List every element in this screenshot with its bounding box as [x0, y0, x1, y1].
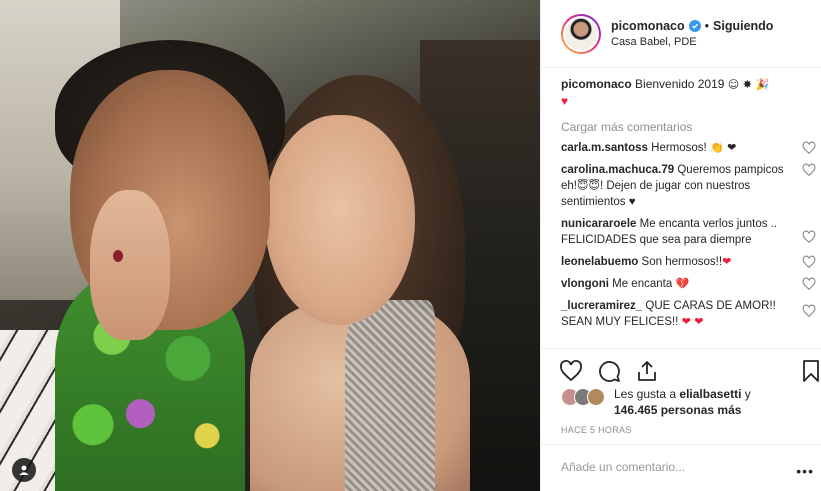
comment-emoji: ❤ ❤ — [681, 315, 704, 328]
location-link[interactable]: Casa Babel, PDE — [611, 34, 773, 50]
liker-avatars[interactable] — [561, 388, 605, 406]
share-icon[interactable] — [635, 359, 659, 383]
likes-count[interactable]: 146.465 personas más — [614, 403, 741, 417]
comment-item: vlongoni Me encanta 💔 — [561, 276, 816, 292]
save-bookmark-icon[interactable] — [799, 359, 821, 383]
comment-text: Me encanta — [612, 278, 673, 290]
caption-text: Bienvenido 2019 — [635, 77, 725, 91]
post-photo[interactable] — [0, 0, 540, 491]
liked-by-username[interactable]: elialbasetti — [679, 387, 741, 401]
comment-bubble-icon[interactable] — [597, 359, 621, 383]
woman-hand — [90, 190, 170, 340]
sequin-dress — [345, 300, 435, 491]
like-comment-icon[interactable] — [802, 230, 816, 244]
comment-username[interactable]: _lucreramirez_ — [561, 300, 642, 312]
like-heart-icon[interactable] — [559, 359, 583, 383]
add-comment-bar: ••• — [541, 444, 821, 491]
comment-item: leonelabuemo Son hermosos!!❤ — [561, 254, 816, 270]
comment-list: picomonaco Bienvenido 2019 ☺ ✸ 🎉 ♥ Carga… — [561, 76, 816, 330]
verified-badge-icon — [688, 19, 701, 32]
likes-summary: Les gusta a elialbasetti y 146.465 perso… — [561, 386, 751, 418]
like-comment-icon[interactable] — [802, 304, 816, 318]
comment-username[interactable]: nunicararoele — [561, 218, 636, 230]
comment-emoji: 😇😇 — [577, 179, 600, 192]
like-comment-icon[interactable] — [802, 141, 816, 155]
post-side-panel: picomonaco • Siguiendo Casa Babel, PDE p… — [540, 0, 821, 491]
like-comment-icon[interactable] — [802, 163, 816, 177]
comment-item: carla.m.santoss Hermosos! 👏 ❤ — [561, 140, 816, 156]
comment-username[interactable]: carla.m.santoss — [561, 142, 648, 154]
comment-emoji: ❤ — [722, 255, 732, 268]
comment-text: Son hermosos!! — [641, 256, 723, 268]
avatar — [587, 388, 605, 406]
tagged-user-icon[interactable] — [12, 458, 36, 482]
heart-emoji: ♥ — [561, 94, 569, 108]
comment-emoji: 💔 — [675, 277, 690, 290]
post-caption: picomonaco Bienvenido 2019 ☺ ✸ 🎉 ♥ — [561, 76, 816, 109]
add-comment-input[interactable] — [561, 460, 771, 474]
more-options-icon[interactable]: ••• — [796, 463, 814, 479]
comment-username[interactable]: carolina.machuca.79 — [561, 164, 674, 176]
post-header: picomonaco • Siguiendo Casa Babel, PDE — [541, 0, 821, 68]
comment-emoji: 👏 ❤ — [709, 141, 737, 154]
comment-item: carolina.machuca.79 Queremos pampicos eh… — [561, 162, 816, 210]
like-comment-icon[interactable] — [802, 277, 816, 291]
woman-face — [265, 115, 415, 325]
painted-nail — [113, 250, 123, 262]
separator-dot: • — [704, 18, 710, 33]
comment-username[interactable]: leonelabuemo — [561, 256, 638, 268]
comment-text: Hermosos! — [651, 142, 707, 154]
like-comment-icon[interactable] — [802, 255, 816, 269]
comment-username[interactable]: vlongoni — [561, 278, 609, 290]
post-actions-bar — [541, 348, 821, 388]
likes-conjunction: y — [744, 387, 751, 401]
following-button[interactable]: Siguiendo — [713, 18, 773, 34]
caption-username[interactable]: picomonaco — [561, 77, 632, 91]
comment-item: nunicararoele Me encanta verlos juntos .… — [561, 216, 816, 248]
post-timestamp[interactable]: HACE 5 HORAS — [561, 425, 632, 435]
author-avatar[interactable] — [561, 13, 601, 54]
author-username[interactable]: picomonaco — [611, 18, 685, 34]
caption-emojis: ☺ ✸ 🎉 — [727, 78, 770, 91]
likes-prefix: Les gusta a — [614, 387, 677, 401]
load-more-comments-button[interactable]: Cargar más comentarios — [561, 120, 816, 134]
comment-item: _lucreramirez_ QUE CARAS DE AMOR!! SEAN … — [561, 298, 816, 330]
